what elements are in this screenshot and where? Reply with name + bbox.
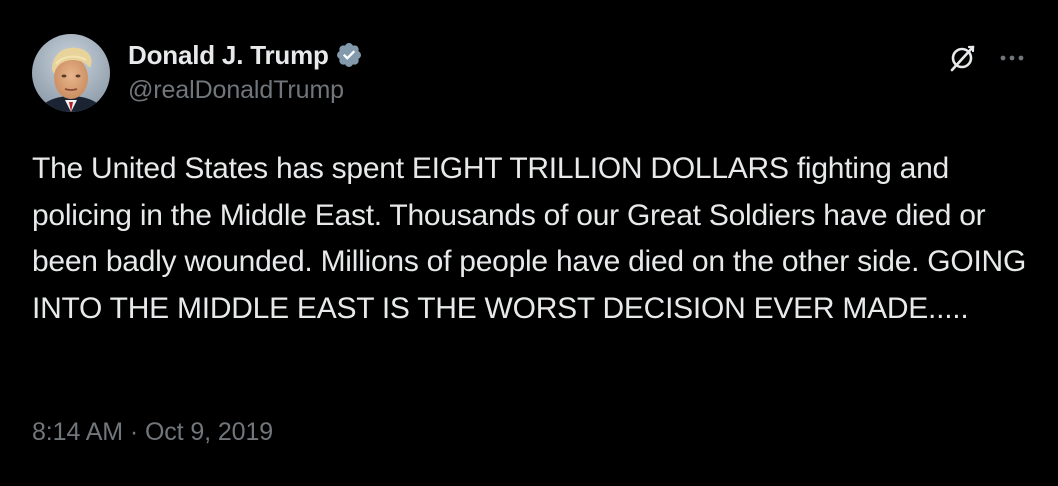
more-options-icon xyxy=(1000,55,1024,61)
verified-badge-icon[interactable] xyxy=(335,41,363,69)
tweet-card: Donald J. Trump @realDonaldTrump The Uni… xyxy=(0,0,1058,486)
grok-button[interactable] xyxy=(944,40,980,76)
grok-icon xyxy=(950,45,975,72)
author-info: Donald J. Trump @realDonaldTrump xyxy=(128,38,363,105)
author-handle[interactable]: @realDonaldTrump xyxy=(128,76,363,105)
tweet-text: The United States has spent EIGHT TRILLI… xyxy=(32,152,1027,325)
tweet-timestamp[interactable]: 8:14 AM · Oct 9, 2019 xyxy=(32,418,273,447)
avatar-image xyxy=(32,34,110,112)
more-options-button[interactable] xyxy=(996,42,1028,74)
author-name-row: Donald J. Trump xyxy=(128,38,363,72)
author-avatar[interactable] xyxy=(32,34,110,112)
author-display-name[interactable]: Donald J. Trump xyxy=(128,40,329,71)
